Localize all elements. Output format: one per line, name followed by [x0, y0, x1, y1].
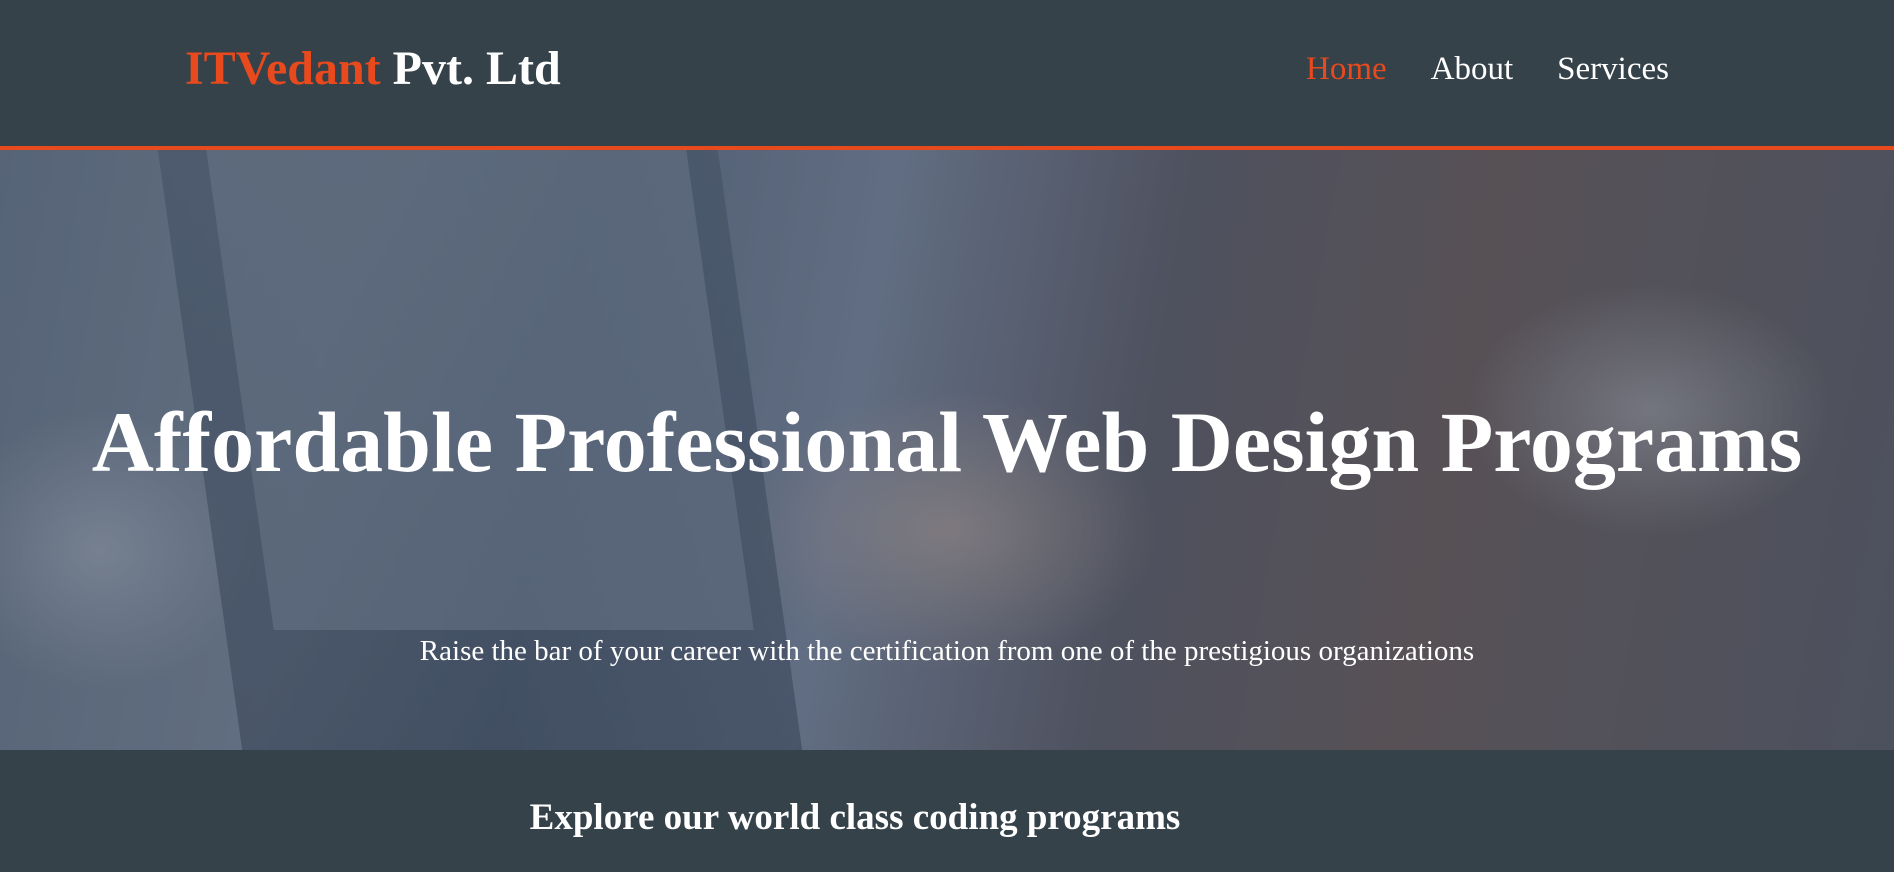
hero-title: Affordable Professional Web Design Progr… [91, 394, 1803, 490]
explore-section: Explore our world class coding programs [0, 750, 1894, 872]
logo-rest: Pvt. Ltd [392, 42, 561, 95]
main-nav: Home About Services [1306, 50, 1669, 90]
explore-heading: Explore our world class coding programs [529, 797, 1181, 838]
logo-highlight: ITVedant [185, 42, 381, 95]
nav-services[interactable]: Services [1557, 50, 1669, 90]
site-header: ITVedant Pvt. Ltd Home About Services [0, 0, 1894, 150]
hero-subtitle: Raise the bar of your career with the ce… [419, 635, 1475, 667]
hero-section: Affordable Professional Web Design Progr… [0, 150, 1894, 750]
logo[interactable]: ITVedant Pvt. Ltd [185, 40, 561, 98]
nav-home[interactable]: Home [1306, 50, 1387, 90]
nav-about[interactable]: About [1431, 50, 1514, 90]
